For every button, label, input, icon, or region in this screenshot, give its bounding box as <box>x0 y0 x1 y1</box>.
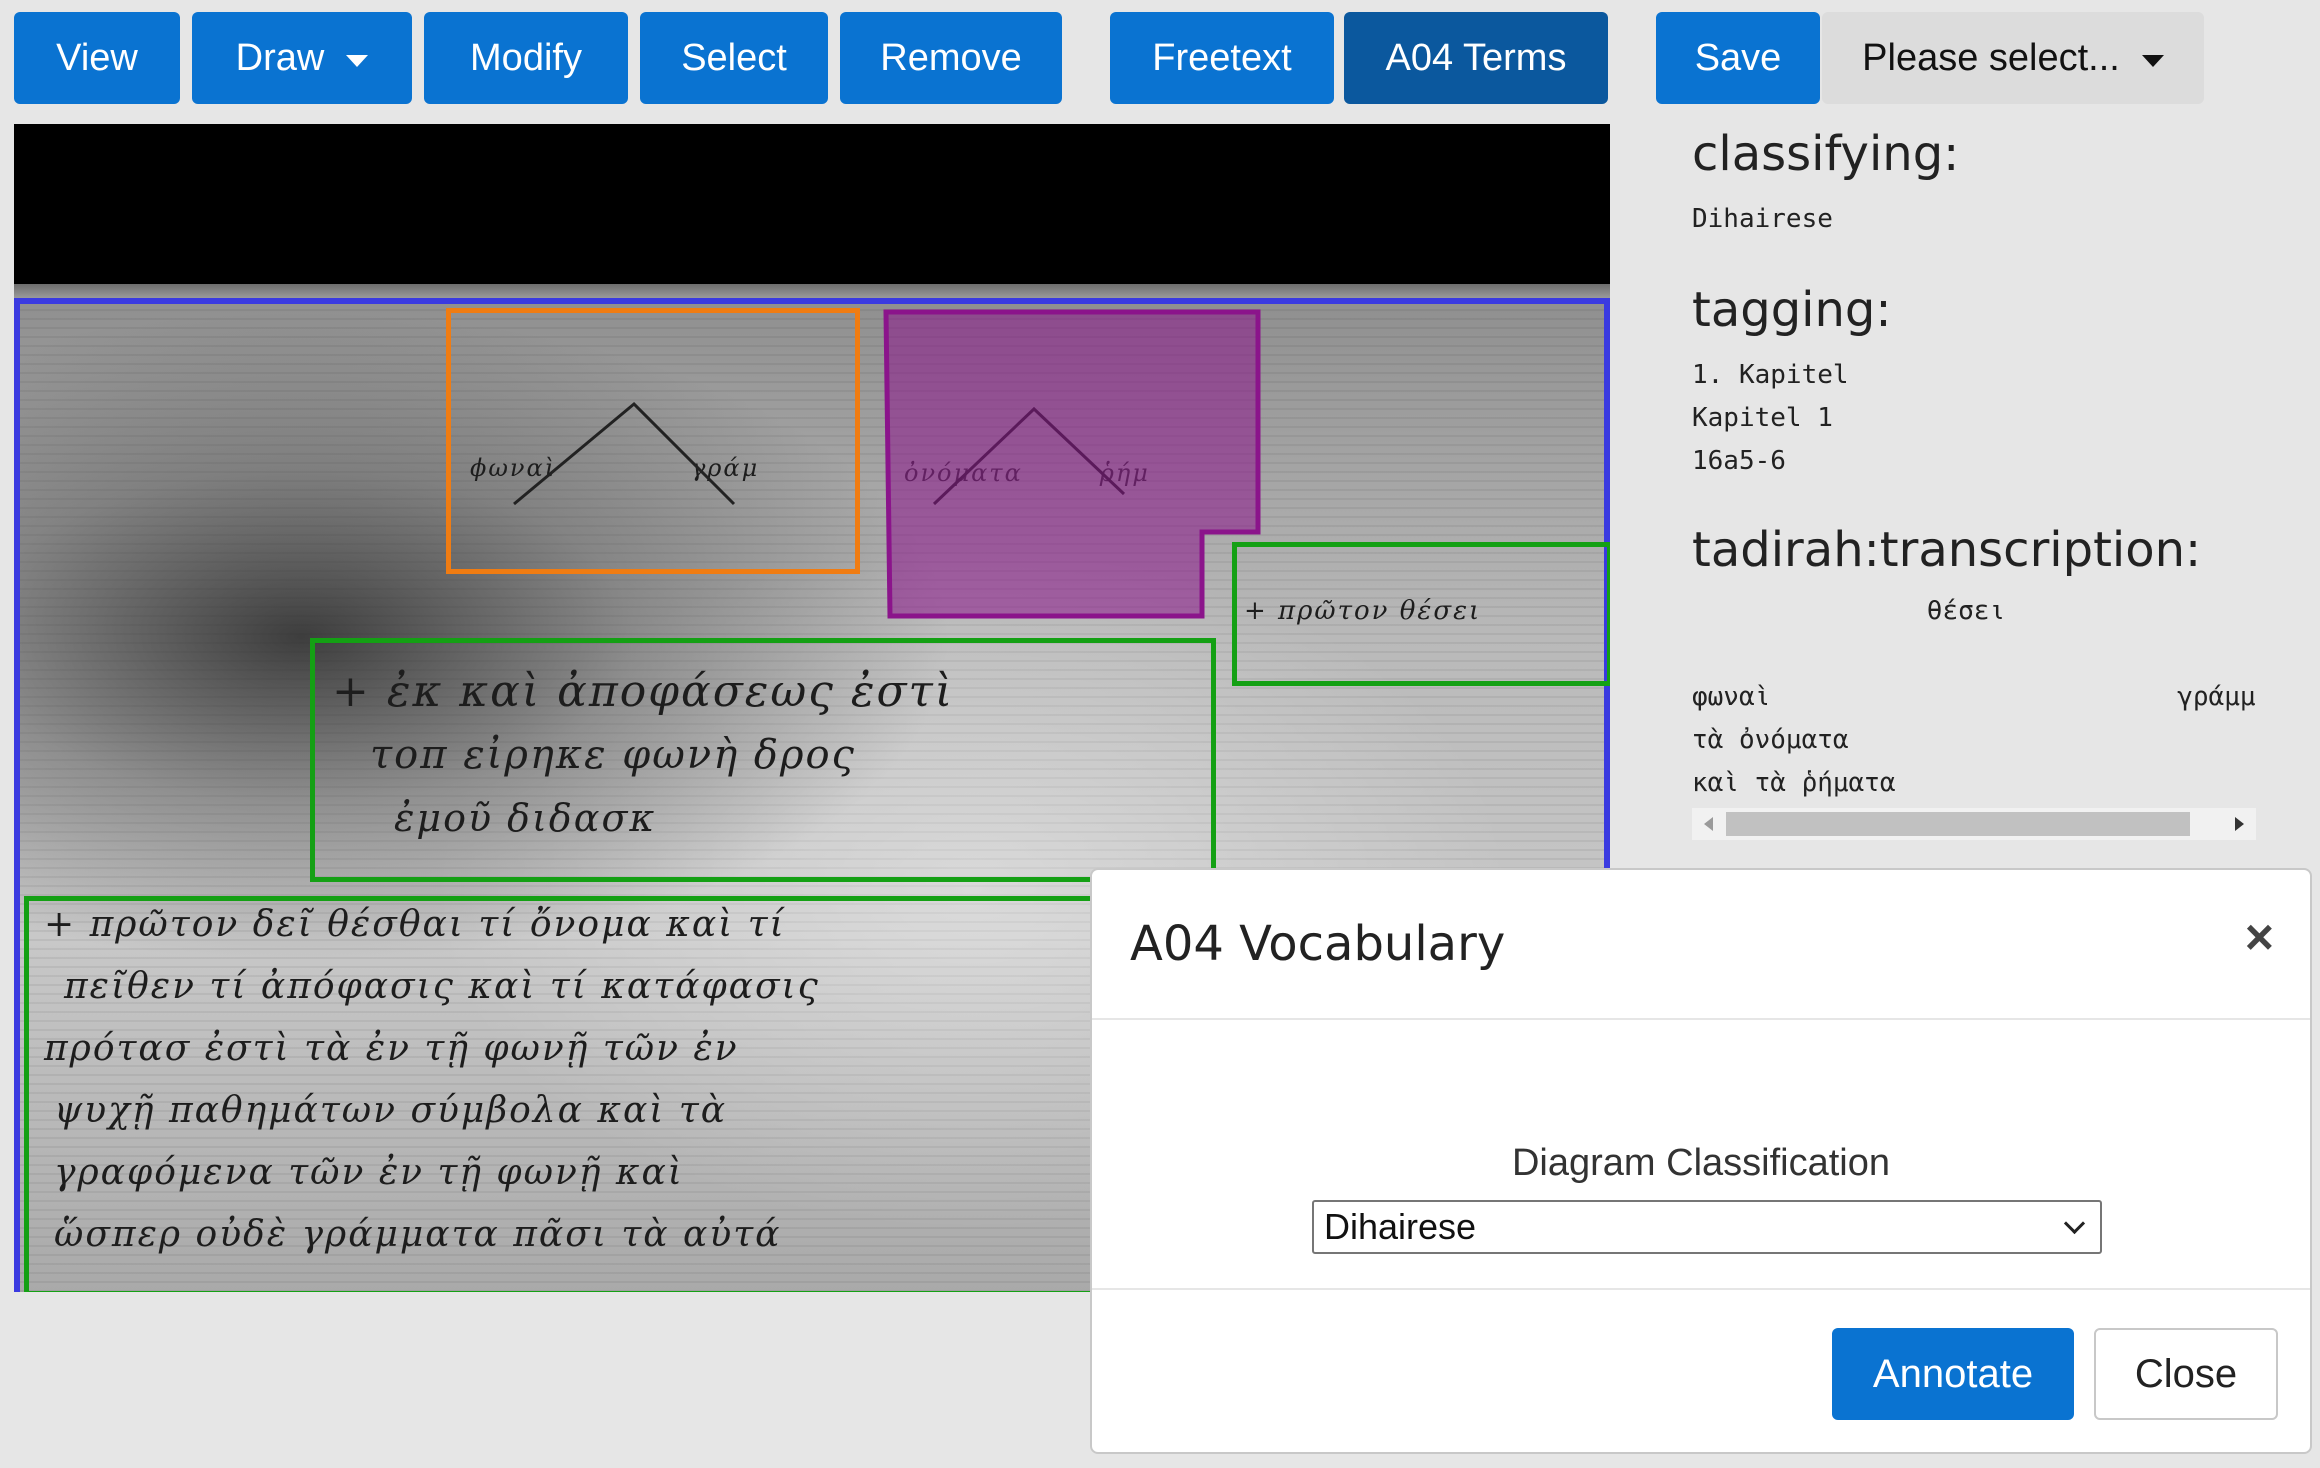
transcription-heading: tadirah:transcription: <box>1692 522 2202 578</box>
chevron-down-icon <box>2063 1212 2086 1235</box>
annotation-box-purple[interactable] <box>883 309 1261 619</box>
caret-down-icon <box>2141 55 2164 67</box>
a04-vocabulary-modal: A04 Vocabulary × Diagram Classification … <box>1090 868 2312 1454</box>
transcription-line: θέσει <box>1692 596 2006 626</box>
please-select-label: Please select... <box>1862 36 2120 79</box>
diagram-classification-label: Diagram Classification <box>1511 1142 1890 1184</box>
tagging-item: Kapitel 1 <box>1692 403 1833 433</box>
transcription-line: τὰ ὀνόματα <box>1692 725 1849 755</box>
annotate-button[interactable]: Annotate <box>1832 1328 2074 1420</box>
tagging-list: 1. Kapitel Kapitel 1 16a5-6 <box>1692 354 1849 483</box>
view-label: View <box>56 36 138 79</box>
freetext-label: Freetext <box>1152 36 1292 79</box>
remove-button[interactable]: Remove <box>840 12 1062 104</box>
select-button[interactable]: Select <box>640 12 828 104</box>
please-select-dropdown[interactable]: Please select... <box>1822 12 2204 104</box>
scroll-left-icon[interactable] <box>1704 817 1713 831</box>
modal-body: Diagram Classification <box>1092 1020 2310 1184</box>
close-icon[interactable]: × <box>2245 912 2274 962</box>
classifying-heading: classifying: <box>1692 126 1960 182</box>
toolbar: View Draw Modify Select Remove Freetext … <box>0 0 2320 110</box>
a04-terms-label: A04 Terms <box>1385 36 1567 79</box>
scrollbar-thumb[interactable] <box>1726 812 2190 836</box>
transcription-line: καὶ τὰ ῥήματα <box>1692 768 1896 798</box>
modify-label: Modify <box>470 36 582 79</box>
view-button[interactable]: View <box>14 12 180 104</box>
a04-terms-button[interactable]: A04 Terms <box>1344 12 1608 104</box>
modal-title: A04 Vocabulary <box>1130 916 1506 972</box>
classifying-value: Dihairese <box>1692 204 1833 234</box>
draw-label: Draw <box>235 36 325 79</box>
selected-option: Dihairese <box>1324 1206 1477 1247</box>
save-label: Save <box>1694 36 1782 79</box>
tagging-item: 1. Kapitel <box>1692 360 1849 390</box>
remove-label: Remove <box>880 36 1022 79</box>
freetext-button[interactable]: Freetext <box>1110 12 1334 104</box>
modal-header: A04 Vocabulary × <box>1092 870 2310 1020</box>
diagram-classification-select[interactable]: Dihairese <box>1312 1200 2102 1254</box>
transcription-scrollbar[interactable] <box>1692 808 2256 840</box>
annotation-box-green-right[interactable] <box>1232 542 1610 686</box>
tagging-heading: tagging: <box>1692 282 1892 338</box>
transcription-line <box>1692 633 2256 676</box>
transcription-block: θέσει φωναὶ γράμμ τὰ ὀνόματα καὶ τὰ ῥήμα… <box>1692 590 2256 805</box>
modify-button[interactable]: Modify <box>424 12 628 104</box>
scroll-right-icon[interactable] <box>2235 817 2244 831</box>
select-label: Select <box>681 36 787 79</box>
modal-footer: Annotate Close <box>1092 1288 2310 1454</box>
save-button[interactable]: Save <box>1656 12 1820 104</box>
draw-button[interactable]: Draw <box>192 12 412 104</box>
close-button[interactable]: Close <box>2094 1328 2278 1420</box>
annotation-box-green-middle[interactable] <box>310 638 1216 882</box>
transcription-line: φωναὶ γράμμ <box>1692 682 2256 712</box>
tagging-item: 16a5-6 <box>1692 446 1786 476</box>
caret-down-icon <box>346 55 369 67</box>
